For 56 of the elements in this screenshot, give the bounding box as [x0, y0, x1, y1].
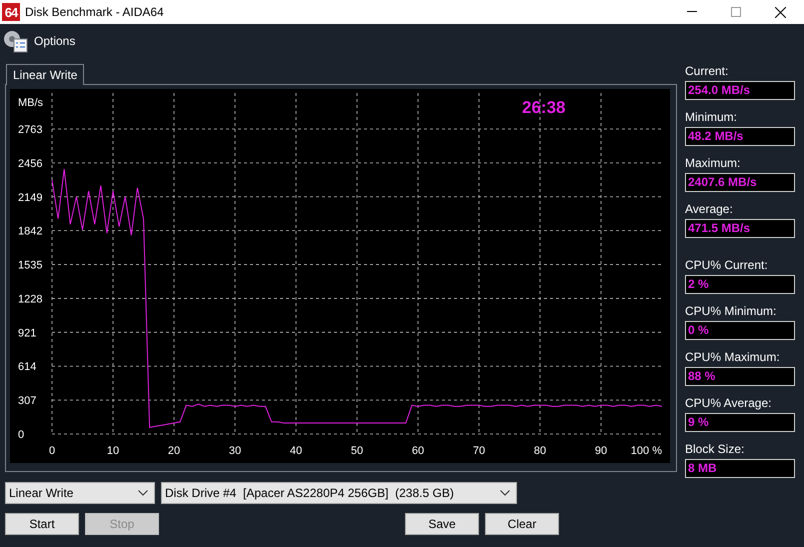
settings-icon[interactable]	[2, 29, 28, 53]
tab[interactable]: Linear Write	[6, 64, 84, 85]
drive-dropdown[interactable]: Disk Drive #4 [Apacer AS2280P4 256GB] (238.5 GB)	[161, 482, 517, 504]
y-tick-label: 1842	[18, 226, 42, 238]
x-tick-label: 100 %	[630, 445, 662, 457]
caret-icon	[138, 490, 148, 496]
stat-label: Current:	[685, 64, 730, 78]
test-dropdown[interactable]: Linear Write	[5, 482, 155, 504]
stat-value: 254.0 MB/s	[685, 81, 795, 100]
action-button[interactable]: Clear	[485, 513, 559, 535]
x-tick-label: 90	[594, 445, 608, 457]
stat-label: CPU% Minimum:	[685, 304, 778, 318]
y-tick-label: 2456	[18, 158, 42, 170]
maximize-icon[interactable]	[731, 7, 741, 17]
stat-label: CPU% Average:	[685, 396, 772, 410]
x-tick-label: 60	[412, 445, 424, 457]
x-tick-label: 10	[106, 445, 120, 457]
app-logo-icon: 64	[2, 3, 20, 21]
stat-value: 48.2 MB/s	[685, 127, 795, 146]
y-tick-label: 307	[18, 395, 36, 408]
y-tick-label: 2149	[18, 192, 42, 204]
y-tick-label: 1535	[18, 260, 42, 272]
stat-value: 88 %	[685, 367, 795, 386]
y-axis-label: MB/s	[18, 97, 44, 109]
x-tick-label: 50	[350, 445, 364, 457]
y-tick-label: 614	[18, 361, 36, 374]
options-menu[interactable]: Options	[32, 32, 78, 50]
caret-icon	[500, 490, 510, 496]
stat-value: 9 %	[685, 413, 795, 432]
minimize-icon[interactable]	[687, 11, 697, 13]
x-tick-label: 70	[472, 445, 486, 457]
stat-label: CPU% Current:	[685, 258, 769, 272]
y-tick-label: 2763	[18, 124, 42, 136]
x-tick-label: 80	[534, 445, 546, 457]
stat-value: 8 MB	[685, 459, 795, 478]
x-tick-label: 30	[228, 445, 242, 457]
elapsed-time: 26:38	[522, 98, 566, 117]
action-button[interactable]: Start	[5, 513, 79, 535]
stat-label: Block Size:	[685, 442, 746, 456]
x-tick-label: 0	[48, 445, 56, 457]
y-tick-label: 921	[18, 327, 36, 340]
y-tick-label: 1228	[18, 293, 42, 306]
x-tick-label: 20	[168, 445, 180, 457]
stat-value: 2 %	[685, 275, 795, 294]
window-title: Disk Benchmark - AIDA64	[25, 5, 164, 19]
action-button[interactable]: Save	[405, 513, 479, 535]
close-icon[interactable]	[775, 6, 786, 18]
stat-value: 2407.6 MB/s	[685, 173, 795, 192]
stat-value: 0 %	[685, 321, 795, 340]
stat-value: 471.5 MB/s	[685, 219, 795, 238]
x-tick-label: 40	[290, 445, 302, 457]
y-tick-label: 0	[18, 429, 24, 441]
stat-label: Minimum:	[685, 110, 738, 124]
stat-label: Maximum:	[685, 156, 742, 170]
stat-label: CPU% Maximum:	[685, 350, 781, 364]
stat-label: Average:	[685, 202, 734, 216]
